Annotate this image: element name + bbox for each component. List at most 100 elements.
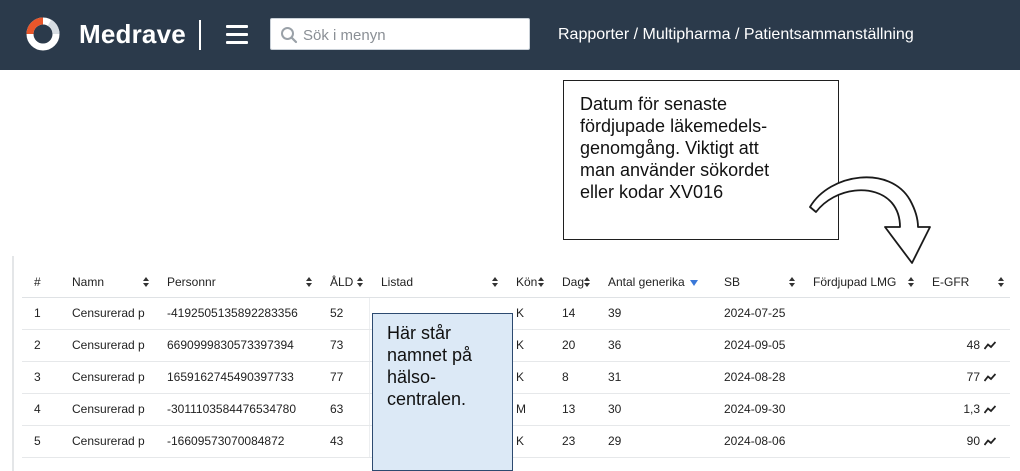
hamburger-menu-icon[interactable] bbox=[226, 25, 248, 44]
column-label: Listad bbox=[381, 275, 414, 290]
sort-icon[interactable] bbox=[143, 277, 149, 288]
personnummer-cell: -3011103584476534780 bbox=[155, 393, 318, 426]
topbar-divider bbox=[199, 20, 201, 50]
sort-icon[interactable] bbox=[584, 277, 590, 288]
callout-line: namnet på bbox=[387, 345, 473, 365]
sb-date-cell: 2024-09-30 bbox=[712, 393, 801, 426]
page: Medrave Rapporter / Multipharma / Patien… bbox=[0, 0, 1020, 471]
fordjupad-lmg-date-cell bbox=[801, 329, 920, 362]
column-label: Fördjupad LMG bbox=[813, 275, 897, 290]
fordjupad-lmg-date-cell bbox=[801, 297, 920, 330]
brand-name[interactable]: Medrave bbox=[79, 18, 186, 50]
column-label: Personnr bbox=[167, 275, 216, 290]
column-label: Namn bbox=[72, 275, 105, 290]
table-row[interactable]: 4 Censurerad p -3011103584476534780 63 M 13 30… bbox=[22, 393, 1010, 426]
column-header-sb[interactable]: SB bbox=[712, 268, 801, 298]
column-header-namn[interactable]: Namn bbox=[60, 268, 155, 298]
sort-icon[interactable] bbox=[492, 277, 498, 288]
medrave-logo-icon bbox=[26, 17, 60, 51]
age-cell: 77 bbox=[318, 361, 369, 394]
sort-icon[interactable] bbox=[998, 277, 1004, 288]
personnummer-cell: -16609573070084872 bbox=[155, 425, 318, 458]
sort-icon[interactable] bbox=[908, 277, 914, 288]
table-header-row: # Namn Personnr ÅLD Listad Kön Dag Antal… bbox=[22, 268, 1010, 298]
trend-chart-icon[interactable] bbox=[984, 341, 996, 350]
callout-line: man använder sökordet bbox=[580, 160, 770, 180]
generics-count-cell: 39 bbox=[596, 297, 712, 330]
age-cell: 52 bbox=[318, 297, 369, 330]
row-number-cell: 2 bbox=[22, 329, 60, 362]
table-row[interactable]: 1 Censurerad p -4192505135892283356 52 K 14 39… bbox=[22, 297, 1010, 330]
generics-count-cell: 30 bbox=[596, 393, 712, 426]
egfr-value-cell: 48 bbox=[920, 329, 1010, 362]
table-row[interactable]: 5 Censurerad p -16609573070084872 43 K 23 29 20… bbox=[22, 425, 1010, 458]
column-header-personnr[interactable]: Personnr bbox=[155, 268, 318, 298]
column-header-ald[interactable]: ÅLD bbox=[318, 268, 369, 298]
sb-date-cell: 2024-09-05 bbox=[712, 329, 801, 362]
fordjupad-lmg-date-cell bbox=[801, 425, 920, 458]
menu-search-input[interactable] bbox=[303, 23, 523, 47]
table-row[interactable]: 3 Censurerad p 1659162745490397733 77 K 8 31 20… bbox=[22, 361, 1010, 394]
personnummer-cell: -4192505135892283356 bbox=[155, 297, 318, 330]
personnummer-cell: 6690999830573397394 bbox=[155, 329, 318, 362]
egfr-value: 90 bbox=[966, 434, 980, 448]
patient-name-cell: Censurerad p bbox=[60, 297, 155, 330]
search-icon bbox=[281, 27, 298, 44]
fordjupad-lmg-date-cell bbox=[801, 361, 920, 394]
sb-date-cell: 2024-08-06 bbox=[712, 425, 801, 458]
row-number-cell: 4 bbox=[22, 393, 60, 426]
sort-icon[interactable] bbox=[306, 277, 312, 288]
column-header-kon[interactable]: Kön bbox=[504, 268, 550, 298]
column-label: SB bbox=[724, 275, 741, 290]
sort-descending-icon[interactable] bbox=[689, 280, 698, 287]
egfr-value: 1,3 bbox=[963, 402, 980, 416]
column-label: # bbox=[34, 275, 41, 290]
row-number-cell: 5 bbox=[22, 425, 60, 458]
patient-name-cell: Censurerad p bbox=[60, 425, 155, 458]
column-header-fordjupad-lmg[interactable]: Fördjupad LMG bbox=[801, 268, 920, 298]
curved-arrow-icon bbox=[809, 176, 931, 264]
egfr-value-cell: 77 bbox=[920, 361, 1010, 394]
sb-date-cell: 2024-07-25 bbox=[712, 297, 801, 330]
sort-icon[interactable] bbox=[538, 277, 544, 288]
row-number-cell: 1 bbox=[22, 297, 60, 330]
patient-name-cell: Censurerad p bbox=[60, 329, 155, 362]
sb-date-cell: 2024-08-28 bbox=[712, 361, 801, 394]
column-header-dag[interactable]: Dag bbox=[550, 268, 596, 298]
days-cell: 8 bbox=[550, 361, 596, 394]
trend-chart-icon[interactable] bbox=[984, 437, 996, 446]
patient-table: # Namn Personnr ÅLD Listad Kön Dag Antal… bbox=[22, 268, 1010, 458]
generics-count-cell: 36 bbox=[596, 329, 712, 362]
column-label: ÅLD bbox=[330, 275, 354, 290]
column-header-number[interactable]: # bbox=[22, 268, 60, 298]
sort-icon[interactable] bbox=[789, 277, 795, 288]
egfr-value-cell bbox=[920, 297, 1010, 330]
column-label: Dag bbox=[562, 275, 585, 290]
trend-chart-icon[interactable] bbox=[984, 405, 996, 414]
vardcentral-explanation-callout: Här står namnet på hälso- centralen. bbox=[372, 313, 513, 471]
callout-line: genomgång. Viktigt att bbox=[580, 138, 759, 158]
column-header-listad[interactable]: Listad bbox=[369, 268, 504, 298]
patient-name-cell: Censurerad p bbox=[60, 361, 155, 394]
days-cell: 13 bbox=[550, 393, 596, 426]
callout-line: centralen. bbox=[387, 389, 467, 409]
days-cell: 23 bbox=[550, 425, 596, 458]
patient-name-cell: Censurerad p bbox=[60, 393, 155, 426]
callout-line: Här står bbox=[387, 323, 452, 343]
egfr-value: 77 bbox=[966, 370, 980, 384]
age-cell: 73 bbox=[318, 329, 369, 362]
sort-icon[interactable] bbox=[357, 277, 363, 288]
column-header-egfr[interactable]: E-GFR bbox=[920, 268, 1010, 298]
row-number-cell: 3 bbox=[22, 361, 60, 394]
lmg-explanation-callout: Datum för senaste fördjupade läkemedels-… bbox=[563, 80, 839, 240]
days-cell: 20 bbox=[550, 329, 596, 362]
column-header-antal-generika[interactable]: Antal generika bbox=[596, 268, 712, 298]
trend-chart-icon[interactable] bbox=[984, 373, 996, 382]
age-cell: 43 bbox=[318, 425, 369, 458]
callout-line: Datum för senaste bbox=[580, 94, 728, 114]
table-row[interactable]: 2 Censurerad p 6690999830573397394 73 K 20 36 2… bbox=[22, 329, 1010, 362]
column-label: E-GFR bbox=[932, 275, 970, 290]
generics-count-cell: 29 bbox=[596, 425, 712, 458]
column-label: Kön bbox=[516, 275, 538, 290]
menu-search-box[interactable] bbox=[270, 18, 530, 50]
